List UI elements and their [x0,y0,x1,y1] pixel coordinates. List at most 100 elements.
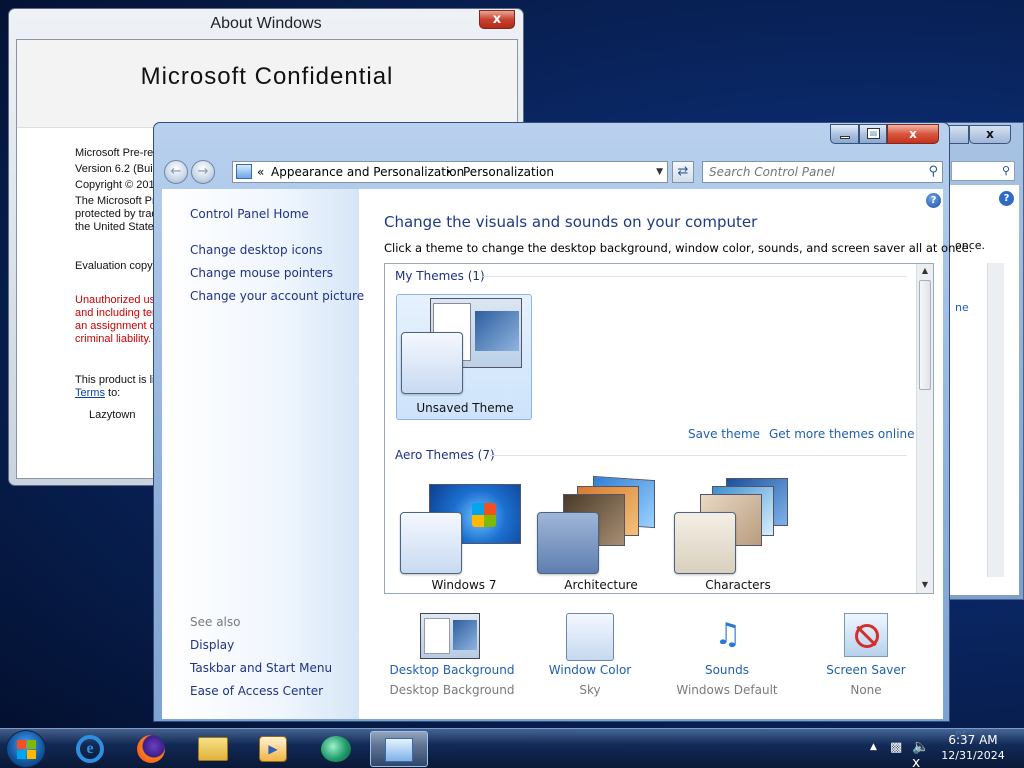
scroll-down-icon[interactable]: ▼ [917,580,933,589]
help-icon[interactable]: ? [926,193,941,208]
about-line: the United States [75,221,160,233]
taskbar-start-menu-link[interactable]: Taskbar and Start Menu [190,661,332,675]
start-button[interactable] [6,730,46,768]
get-more-themes-link[interactable]: Get more themes online [769,427,915,441]
change-desktop-icons-link[interactable]: Change desktop icons [190,243,323,257]
address-bar[interactable]: « Appearance and Personalization ▸ Perso… [232,161,668,183]
taskbar-control-panel[interactable] [370,731,428,767]
network-icon[interactable]: ▩ [890,740,902,755]
theme-tile-unsaved[interactable]: Unsaved Theme [396,294,532,420]
sounds-button[interactable]: ♫ Sounds Windows Default [657,603,797,703]
windows-logo-icon [17,740,26,749]
volume-muted-icon[interactable]: 🔈x [912,739,929,768]
taskbar-firefox[interactable] [125,731,177,767]
about-warning: criminal liability. [75,333,152,345]
sounds-title[interactable]: Sounds [657,663,797,677]
sounds-value: Windows Default [676,683,778,697]
about-line: Version 6.2 (Build [75,163,162,175]
bg-link-fragment[interactable]: ne [955,301,969,314]
desktop-background-title[interactable]: Desktop Background [382,663,522,677]
window-color-swatch [400,512,462,574]
close-button[interactable]: x [887,124,939,144]
windows-logo-icon [27,740,36,749]
taskbar-explorer[interactable] [187,731,239,767]
theme-tile-windows7[interactable]: Windows 7 [396,474,532,593]
about-line: Microsoft Pre-rele [75,147,162,159]
address-dropdown-icon[interactable]: ▼ [656,162,663,182]
page-subtitle: Click a theme to change the desktop back… [384,241,973,255]
forward-button[interactable]: → [191,160,215,184]
bg-close-button[interactable]: x [969,125,1011,144]
search-box[interactable]: ⚲ [702,161,943,183]
refresh-button[interactable]: ⇄ [672,161,694,183]
about-to: to: [104,387,121,399]
clock-date: 12/31/2024 [941,749,1005,762]
taskbar-media-player[interactable]: ▶ [247,731,299,767]
screen-saver-button[interactable]: Screen Saver None [796,603,936,703]
refresh-icon: ⇄ [677,164,689,179]
show-hidden-icons-icon[interactable]: ▲ [870,742,877,752]
breadcrumb-separator[interactable]: ▸ [447,162,452,182]
taskbar-media-center[interactable] [310,731,362,767]
maximize-button[interactable] [859,124,887,144]
minimize-button[interactable] [830,124,859,144]
window-color-title[interactable]: Window Color [520,663,660,677]
theme-tile-characters[interactable]: Characters [670,474,806,593]
windows-logo-icon [472,503,496,527]
desktop-background-value: Desktop Background [389,683,515,697]
window-color-swatch [537,512,599,574]
about-eval: Evaluation copy. E [75,260,166,272]
control-panel-icon [236,164,252,179]
back-button[interactable]: ← [164,160,188,184]
clock[interactable]: 6:37 AM 12/31/2024 [930,733,1016,763]
search-icon[interactable]: ⚲ [928,164,938,179]
minimize-icon [839,136,850,139]
change-account-picture-link[interactable]: Change your account picture [190,289,364,303]
bg-search-icon[interactable]: ⚲ [951,161,1015,181]
window-color-button[interactable]: Window Color Sky [520,603,660,703]
theme-tile-architecture[interactable]: Architecture [533,474,669,593]
aero-themes-group-label: Aero Themes (7) [395,448,495,462]
scroll-up-icon[interactable]: ▲ [917,266,933,275]
windows-logo-icon [17,750,26,759]
theme-label: Windows 7 [431,578,497,592]
bg-maximize-button[interactable] [947,125,969,144]
display-link[interactable]: Display [190,638,234,652]
my-themes-group-label: My Themes (1) [395,269,485,283]
sounds-icon: ♫ [714,617,742,652]
window-color-value: Sky [579,683,601,697]
clock-time: 6:37 AM [948,733,998,747]
window-color-swatch [674,512,736,574]
screen-saver-title[interactable]: Screen Saver [796,663,936,677]
terms-link[interactable]: Terms [75,387,105,399]
bg-help-icon[interactable]: ? [999,191,1014,206]
desktop-background-icon [420,613,480,659]
change-mouse-pointers-link[interactable]: Change mouse pointers [190,266,333,280]
search-input[interactable] [703,162,913,182]
see-also-label: See also [190,615,241,629]
page-title: Change the visuals and sounds on your co… [384,213,758,231]
taskbar: e ▶ ▲ ▩ 🔈x 6:37 AM 12/31/2024 [0,728,1024,768]
window-color-swatch [401,332,463,394]
taskbar-ie[interactable]: e [64,731,116,767]
control-panel-home-link[interactable]: Control Panel Home [190,207,309,221]
breadcrumb-appearance[interactable]: Appearance and Personalization [271,162,464,182]
firefox-icon [137,735,165,763]
bg-scrollbar[interactable] [987,263,1004,577]
windows-logo-icon [27,750,36,759]
scroll-thumb[interactable] [919,280,931,390]
content-area: Control Panel Home Change desktop icons … [162,189,972,719]
ease-of-access-link[interactable]: Ease of Access Center [190,684,323,698]
breadcrumb-personalization[interactable]: Personalization [463,162,554,182]
media-center-icon [321,736,351,762]
theme-list-scrollbar[interactable]: ▲ ▼ [916,264,933,593]
theme-label: Characters [705,578,771,592]
save-theme-link[interactable]: Save theme [688,427,760,441]
theme-label: Architecture [564,578,638,592]
about-close-button[interactable]: x [479,10,515,29]
about-title: About Windows [210,15,322,32]
desktop-background-button[interactable]: Desktop Background Desktop Background [382,603,522,703]
breadcrumb-prefix[interactable]: « [257,162,264,182]
about-banner: Microsoft Confidential [17,40,517,128]
maximize-icon [866,128,880,139]
